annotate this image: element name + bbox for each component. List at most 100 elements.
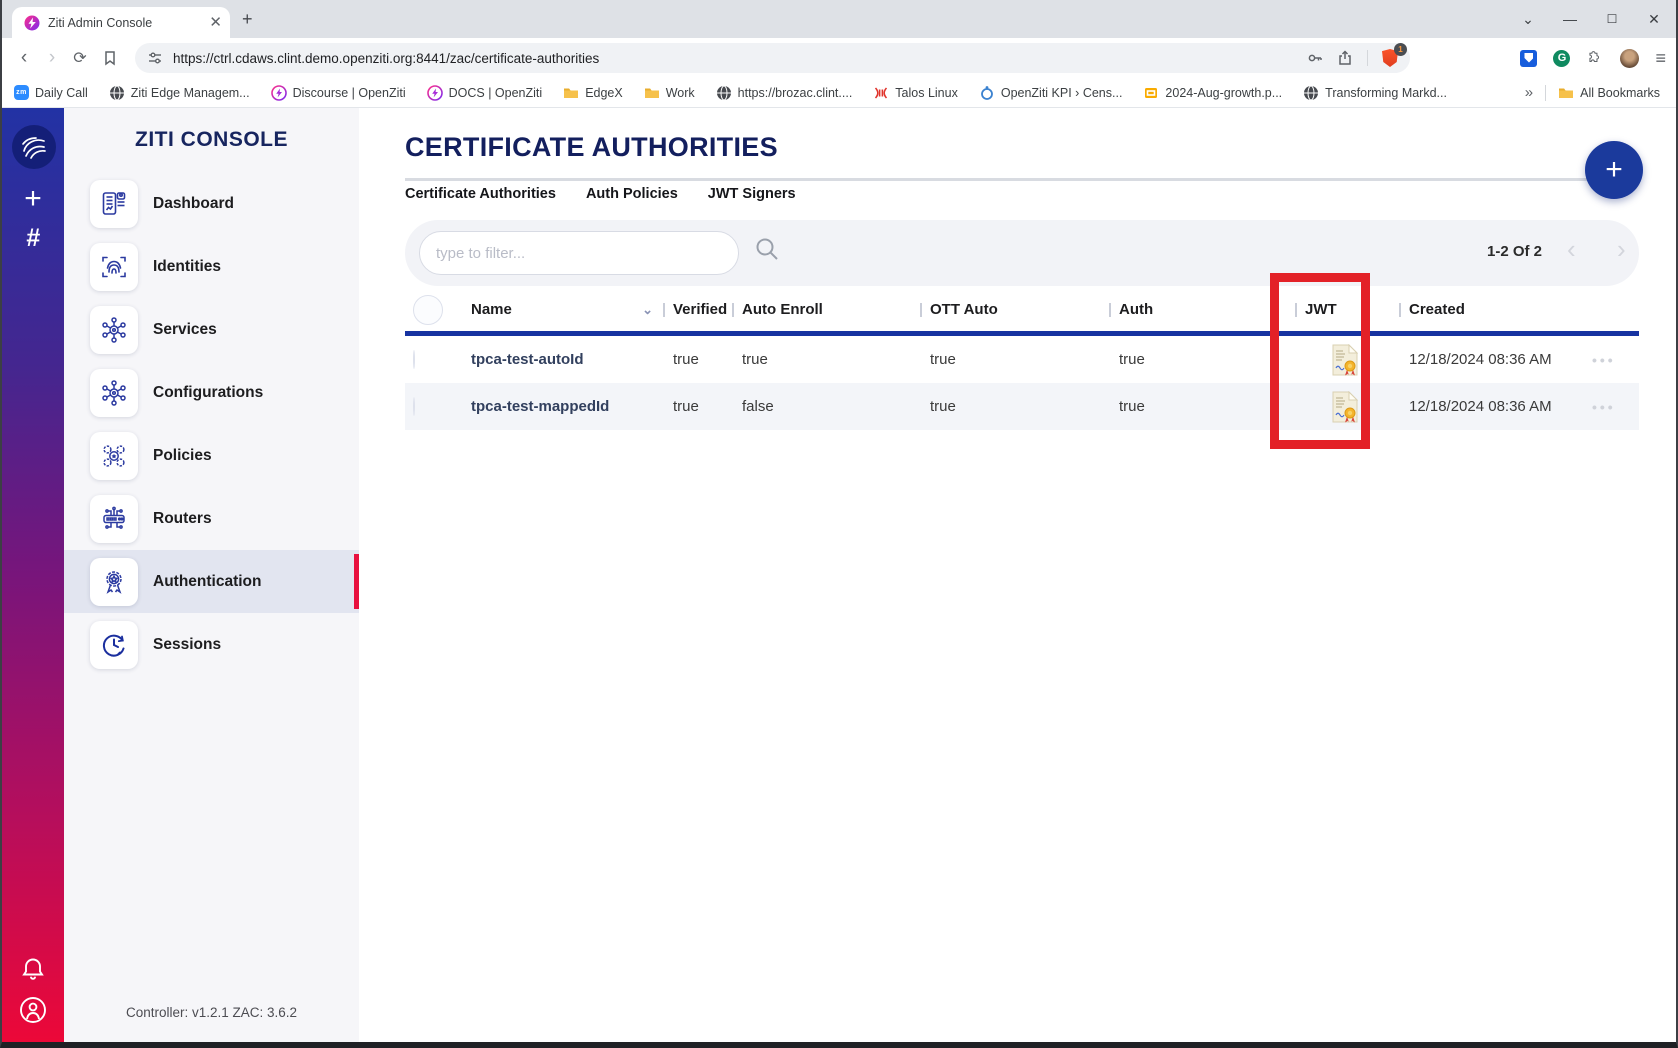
tab-auth-policies[interactable]: Auth Policies — [586, 186, 678, 202]
column-header-ott-auto[interactable]: OTT Auto — [920, 301, 1109, 318]
ca-ott-auto: true — [920, 398, 1109, 415]
bookmark-item[interactable]: OpenZiti KPI › Cens... — [979, 85, 1123, 101]
column-header-auth[interactable]: Auth — [1109, 301, 1295, 318]
column-header-name[interactable]: Name⌄ — [457, 301, 663, 318]
pagination-next-icon[interactable]: › — [1617, 234, 1626, 265]
main-content: CERTIFICATE AUTHORITIES + Certificate Au… — [359, 108, 1678, 1042]
row-checkbox[interactable] — [413, 397, 415, 416]
sidebar: ZITI CONSOLE Dashboard — [64, 108, 359, 1042]
sidebar-item-policies[interactable]: Policies — [64, 424, 359, 487]
add-certificate-authority-button[interactable]: + — [1585, 141, 1643, 199]
sidebar-item-label: Authentication — [153, 573, 262, 591]
window-maximize-icon[interactable]: ☐ — [1604, 12, 1620, 26]
rail-hash-icon[interactable]: # — [2, 224, 64, 253]
bookmark-icon[interactable] — [102, 50, 118, 66]
ring-icon — [979, 85, 995, 101]
bookmarks-bar: zm Daily Call Ziti Edge Managem... Disco… — [2, 78, 1676, 108]
extensions-puzzle-icon[interactable] — [1586, 49, 1604, 67]
clock-icon — [90, 621, 138, 669]
row-checkbox[interactable] — [413, 350, 415, 369]
site-settings-icon[interactable] — [147, 50, 163, 66]
sidebar-item-identities[interactable]: Identities — [64, 235, 359, 298]
sidebar-nav: Dashboard Identities — [64, 172, 359, 676]
bookmark-item[interactable]: DOCS | OpenZiti — [427, 85, 543, 101]
browser-window: Ziti Admin Console ✕ + ⌄ — ☐ ✕ ‹ › ⟳ htt… — [0, 0, 1678, 1048]
reload-icon[interactable]: ⟳ — [66, 48, 94, 68]
new-tab-icon[interactable]: + — [242, 10, 253, 28]
browser-menu-icon[interactable]: ≡ — [1655, 48, 1666, 69]
forward-icon[interactable]: › — [38, 47, 66, 69]
globe-icon — [716, 85, 732, 101]
row-menu-icon[interactable]: ••• — [1582, 352, 1639, 368]
sidebar-item-sessions[interactable]: Sessions — [64, 613, 359, 676]
sidebar-item-services[interactable]: Services — [64, 298, 359, 361]
select-all-checkbox[interactable] — [413, 295, 443, 325]
sidebar-item-configurations[interactable]: Configurations — [64, 361, 359, 424]
pagination-count: 1-2 Of 2 — [1487, 243, 1542, 260]
tab-close-icon[interactable]: ✕ — [209, 15, 222, 30]
search-icon[interactable] — [753, 235, 781, 263]
column-header-created[interactable]: Created — [1399, 301, 1582, 318]
sidebar-item-label: Services — [153, 321, 217, 339]
ca-name[interactable]: tpca-test-autoId — [457, 351, 663, 368]
notifications-bell-icon[interactable] — [20, 956, 46, 982]
shield-badge: 1 — [1394, 43, 1407, 56]
ca-created: 12/18/2024 08:36 AM — [1399, 398, 1582, 415]
all-bookmarks-button[interactable]: All Bookmarks — [1558, 85, 1660, 101]
window-close-icon[interactable]: ✕ — [1646, 11, 1662, 28]
user-profile-icon[interactable] — [19, 996, 47, 1024]
tab-search-chevron-icon[interactable]: ⌄ — [1520, 11, 1536, 28]
sidebar-item-dashboard[interactable]: Dashboard — [64, 172, 359, 235]
share-icon[interactable] — [1337, 50, 1353, 66]
bookmark-item[interactable]: Talos Linux — [873, 85, 958, 101]
rail-add-icon[interactable]: + — [2, 182, 64, 216]
grammarly-extension-icon[interactable]: G — [1553, 50, 1570, 67]
ca-auth: true — [1109, 351, 1295, 368]
router-icon — [90, 495, 138, 543]
bookmark-item[interactable]: EdgeX — [563, 85, 623, 101]
zoom-icon: zm — [14, 85, 29, 100]
bookmark-item[interactable]: zm Daily Call — [14, 85, 88, 100]
bookmarks-overflow-icon[interactable]: » — [1525, 84, 1533, 101]
filter-input[interactable] — [436, 245, 722, 262]
sidebar-item-authentication[interactable]: Authentication — [64, 550, 359, 613]
row-menu-icon[interactable]: ••• — [1582, 399, 1639, 415]
table-row[interactable]: tpca-test-mappedId true false true true — [405, 383, 1639, 430]
divider — [1545, 85, 1546, 101]
filter-input-wrapper — [419, 231, 739, 275]
brave-shield-icon[interactable]: 1 — [1382, 49, 1400, 67]
url-text[interactable]: https://ctrl.cdaws.clint.demo.openziti.o… — [173, 51, 1307, 66]
sort-chevron-icon[interactable]: ⌄ — [642, 302, 653, 318]
profile-avatar[interactable] — [1620, 49, 1639, 68]
sidebar-item-routers[interactable]: Routers — [64, 487, 359, 550]
browser-tab[interactable]: Ziti Admin Console ✕ — [12, 7, 230, 38]
network-config-icon — [90, 369, 138, 417]
bitwarden-extension-icon[interactable] — [1520, 50, 1537, 67]
pagination-prev-icon[interactable]: ‹ — [1567, 234, 1576, 265]
bookmark-item[interactable]: Work — [644, 85, 695, 101]
ca-name[interactable]: tpca-test-mappedId — [457, 398, 663, 415]
network-icon — [90, 306, 138, 354]
column-header-auto-enroll[interactable]: Auto Enroll — [732, 301, 920, 318]
table-row[interactable]: tpca-test-autoId true true true true — [405, 336, 1639, 383]
ziti-logo[interactable] — [12, 125, 56, 169]
sidebar-item-label: Sessions — [153, 636, 221, 654]
bookmark-item[interactable]: 2024-Aug-growth.p... — [1143, 85, 1282, 101]
back-icon[interactable]: ‹ — [10, 47, 38, 69]
window-minimize-icon[interactable]: — — [1562, 11, 1578, 27]
folder-icon — [644, 85, 660, 101]
address-bar[interactable]: https://ctrl.cdaws.clint.demo.openziti.o… — [135, 43, 1410, 73]
ca-auto-enroll: false — [732, 398, 920, 415]
tab-jwt-signers[interactable]: JWT Signers — [708, 186, 796, 202]
bookmark-item[interactable]: Discourse | OpenZiti — [271, 85, 406, 101]
password-key-icon[interactable] — [1307, 50, 1323, 66]
bookmark-item[interactable]: Transforming Markd... — [1303, 85, 1447, 101]
openziti-bolt-icon — [427, 85, 443, 101]
tab-certificate-authorities[interactable]: Certificate Authorities — [405, 186, 556, 202]
browser-titlebar: Ziti Admin Console ✕ + ⌄ — ☐ ✕ — [2, 0, 1676, 38]
slides-icon — [1143, 85, 1159, 101]
ziti-console-app: + # — [2, 108, 1676, 1042]
bookmark-item[interactable]: https://brozac.clint.... — [716, 85, 853, 101]
bookmark-item[interactable]: Ziti Edge Managem... — [109, 85, 250, 101]
column-header-verified[interactable]: Verified — [663, 301, 732, 318]
